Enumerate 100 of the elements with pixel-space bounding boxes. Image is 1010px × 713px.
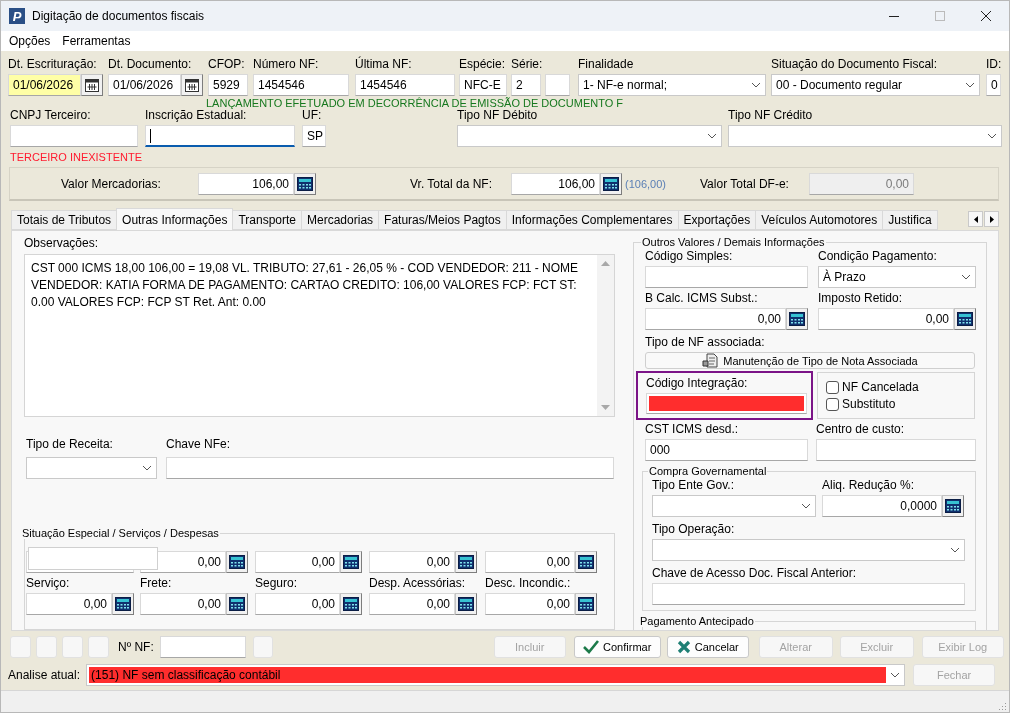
- scroll-up-icon: [601, 261, 610, 266]
- calculator-button[interactable]: [455, 593, 477, 615]
- text-field[interactable]: 1454546: [253, 74, 349, 96]
- number-field[interactable]: 0,00: [485, 551, 575, 573]
- calendar-button[interactable]: [81, 74, 103, 96]
- field-label: Desp. Acessórias:: [369, 575, 467, 591]
- text-field[interactable]: SP: [302, 125, 326, 147]
- scroll-right-button[interactable]: [984, 211, 999, 227]
- calculator-icon: [229, 555, 245, 569]
- text-field[interactable]: [159, 636, 246, 658]
- field-label: Última NF:: [355, 56, 413, 72]
- number-field[interactable]: 0,00: [369, 593, 455, 615]
- calculator-icon: [343, 597, 359, 611]
- field-label: Imposto Retido:: [818, 290, 904, 306]
- field-label: CFOP:: [208, 56, 246, 72]
- text-field[interactable]: [166, 457, 614, 479]
- calculator-icon: [578, 555, 594, 569]
- checkmark-icon: [583, 640, 600, 654]
- number-field[interactable]: 0,00: [255, 551, 340, 573]
- tab[interactable]: Exportações: [677, 210, 757, 230]
- text-field[interactable]: [816, 439, 976, 461]
- field-label: Tipo de NF associada:: [645, 334, 766, 350]
- scroll-left-button[interactable]: [968, 211, 983, 227]
- text-field[interactable]: 000: [645, 439, 808, 461]
- field-label: Valor Total DF-e:: [700, 176, 790, 191]
- total-note: (106,00): [625, 177, 667, 190]
- text-field[interactable]: [145, 125, 295, 147]
- number-field[interactable]: 0,00: [818, 308, 954, 330]
- x-icon: [676, 640, 691, 654]
- dropdown[interactable]: 1- NF-e normal;: [578, 74, 766, 96]
- tab[interactable]: Justifica: [882, 210, 938, 230]
- tab[interactable]: Informações Complementares: [505, 210, 679, 230]
- calculator-icon: [229, 597, 245, 611]
- tab[interactable]: Transporte: [232, 210, 303, 230]
- number-field[interactable]: 0,0000: [822, 495, 942, 517]
- number-field[interactable]: 0,00: [140, 593, 226, 615]
- text-field[interactable]: 5929: [208, 74, 248, 96]
- date-field[interactable]: 01/06/2026: [8, 74, 81, 96]
- text-field[interactable]: [545, 74, 570, 96]
- field-label: B Calc. ICMS Subst.:: [645, 290, 759, 306]
- calculator-button[interactable]: [226, 593, 248, 615]
- menu-item[interactable]: Opções: [3, 32, 57, 50]
- calendar-button[interactable]: [181, 74, 203, 96]
- text-field[interactable]: [645, 266, 808, 288]
- text-field[interactable]: 1454546: [355, 74, 455, 96]
- calculator-icon: [297, 176, 313, 191]
- associated-type-button[interactable]: Manutenção de Tipo de Nota Associada: [645, 352, 975, 369]
- calculator-button[interactable]: [575, 593, 597, 615]
- field-label: CNPJ Terceiro:: [10, 107, 92, 123]
- dropdown[interactable]: (151) NF sem classificação contábil: [86, 664, 906, 686]
- field-label: Chave NFe:: [166, 436, 232, 452]
- calculator-button[interactable]: [942, 495, 964, 517]
- tab[interactable]: Faturas/Meios Pagtos: [378, 210, 507, 230]
- number-field[interactable]: 0,00: [26, 593, 112, 615]
- group-title: Compra Governamental: [648, 465, 768, 477]
- calculator-button[interactable]: [226, 551, 248, 573]
- date-field[interactable]: 01/06/2026: [108, 74, 181, 96]
- error-message: TERCEIRO INEXISTENTE: [10, 150, 143, 164]
- action-button[interactable]: Cancelar: [666, 636, 749, 658]
- number-field[interactable]: 0,00: [255, 593, 340, 615]
- calculator-button[interactable]: [954, 308, 976, 330]
- calculator-icon: [957, 312, 973, 326]
- scrollbar[interactable]: [597, 255, 614, 416]
- menu-item[interactable]: Ferramentas: [56, 32, 137, 50]
- calculator-button[interactable]: [112, 593, 134, 615]
- number-field[interactable]: 0,00: [645, 308, 786, 330]
- text-field[interactable]: [652, 583, 965, 605]
- number-field[interactable]: 0,00: [485, 593, 575, 615]
- text-field[interactable]: [10, 125, 138, 147]
- tab[interactable]: Outras Informações: [116, 208, 234, 230]
- calculator-button[interactable]: [575, 551, 597, 573]
- text-field[interactable]: 2: [511, 74, 541, 96]
- tab[interactable]: Mercadorias: [301, 210, 380, 230]
- calculator-button[interactable]: [786, 308, 808, 330]
- action-button[interactable]: Confirmar: [573, 636, 661, 658]
- field-label: Tipo NF Crédito: [728, 107, 814, 123]
- number-field[interactable]: 106,00: [198, 172, 294, 195]
- number-field[interactable]: 0,00: [369, 551, 455, 573]
- text-area[interactable]: [24, 254, 615, 417]
- calculator-button[interactable]: [340, 593, 362, 615]
- number-field[interactable]: 106,00: [511, 172, 600, 195]
- calculator-button[interactable]: [600, 172, 622, 195]
- tab[interactable]: Veículos Automotores: [755, 210, 884, 230]
- group-title: Pagamento Antecipado: [639, 615, 755, 627]
- calculator-icon: [115, 597, 131, 611]
- chevron-down-icon: [142, 465, 152, 471]
- checkbox[interactable]: [826, 380, 839, 394]
- text-field[interactable]: 0: [986, 74, 1001, 96]
- checkbox[interactable]: [826, 397, 839, 411]
- calculator-button[interactable]: [294, 172, 316, 195]
- dropdown[interactable]: À Prazo: [818, 266, 976, 288]
- text-field[interactable]: [646, 393, 807, 414]
- calculator-icon: [343, 555, 359, 569]
- calculator-button[interactable]: [340, 551, 362, 573]
- text-field[interactable]: NFC-E: [459, 74, 507, 96]
- calculator-button[interactable]: [455, 551, 477, 573]
- field-label: Número NF:: [253, 56, 320, 72]
- tab[interactable]: Totais de Tributos: [11, 210, 118, 230]
- dropdown[interactable]: 00 - Documento regular: [771, 74, 980, 96]
- field-label: UF:: [302, 107, 323, 123]
